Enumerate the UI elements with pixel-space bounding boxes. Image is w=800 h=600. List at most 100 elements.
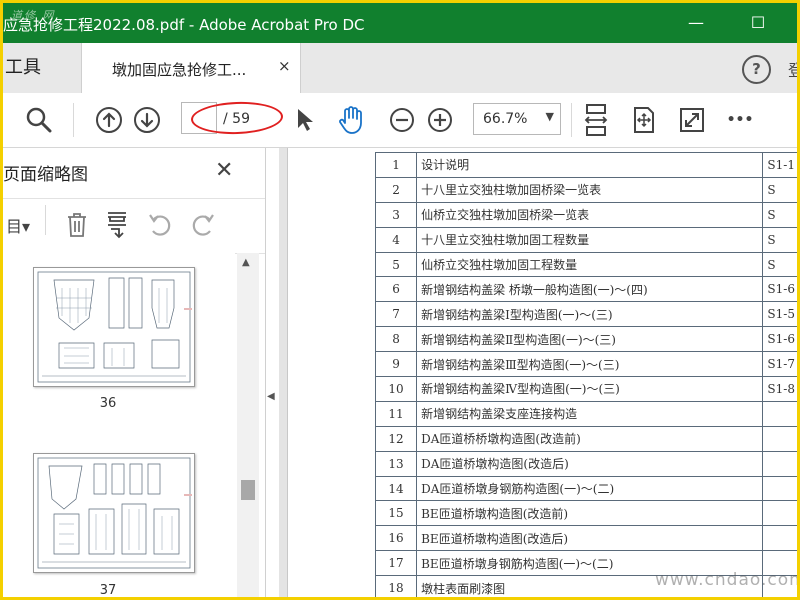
row-number: 11 xyxy=(374,400,418,427)
table-row: 11 新增钢结构盖梁支座连接构造 xyxy=(374,400,797,427)
page-thumbnail[interactable] xyxy=(33,453,195,573)
row-number: 2 xyxy=(374,176,418,203)
page-down-icon[interactable] xyxy=(131,93,163,147)
row-number: 16 xyxy=(374,525,418,552)
row-drawing-name: BE匝道桥墩构造图(改造后) xyxy=(416,525,764,552)
row-drawing-code: S1-7 xyxy=(762,351,797,378)
select-pointer-icon[interactable] xyxy=(293,93,317,147)
row-number: 17 xyxy=(374,550,418,577)
options-menu-icon[interactable]: 目▾ xyxy=(3,209,33,241)
row-drawing-code: S xyxy=(762,201,797,228)
scroll-up-arrow-icon[interactable]: ▲ xyxy=(242,257,250,268)
row-drawing-name: 仙桥立交独柱墩加固工程数量 xyxy=(416,251,764,278)
table-row: 3 仙桥立交独柱墩加固桥梁一览表 S xyxy=(374,201,797,228)
tab-close-icon[interactable]: × xyxy=(278,57,291,75)
row-drawing-code: S xyxy=(762,176,797,203)
table-row: 4 十八里立交独柱墩加固工程数量 S xyxy=(374,226,797,253)
fit-width-icon[interactable] xyxy=(581,93,611,147)
row-drawing-name: DA匝道桥墩构造图(改造后) xyxy=(416,450,764,477)
row-number: 3 xyxy=(374,201,418,228)
row-drawing-code: S1-1 xyxy=(762,152,797,178)
fit-page-icon[interactable] xyxy=(629,93,659,147)
toolbar-separator xyxy=(45,205,46,235)
zoom-out-icon[interactable] xyxy=(387,93,417,147)
row-drawing-name: 十八里立交独柱墩加固工程数量 xyxy=(416,226,764,253)
page-thumbnail[interactable] xyxy=(33,267,195,387)
row-drawing-name: 新增钢结构盖梁支座连接构造 xyxy=(416,400,764,427)
table-row: 9 新增钢结构盖梁Ⅲ型构造图(一)～(三) S1-7 xyxy=(374,351,797,378)
row-number: 12 xyxy=(374,425,418,452)
thumbnail-page-number: 36 xyxy=(99,396,117,411)
sign-in-text[interactable]: 登 xyxy=(788,57,797,81)
full-screen-icon[interactable] xyxy=(677,93,707,147)
watermark-bottom: www.cndao.com xyxy=(655,570,797,590)
hand-tool-icon[interactable] xyxy=(335,93,367,147)
row-drawing-code xyxy=(762,475,797,502)
row-drawing-name: 仙桥立交独柱墩加固桥梁一览表 xyxy=(416,201,764,228)
row-drawing-code xyxy=(762,500,797,527)
table-row: 6 新增钢结构盖梁 桥墩一般构造图(一)～(四) S1-6 xyxy=(374,276,797,303)
row-number: 6 xyxy=(374,276,418,303)
row-drawing-code: S1-5 xyxy=(762,301,797,328)
pdf-page: 1 设计说明 S1-1 2 十八里立交独柱墩加固桥梁一览表 S 3 仙桥立交独柱… xyxy=(287,148,797,597)
maximize-button[interactable]: ☐ xyxy=(735,3,781,43)
row-drawing-code xyxy=(762,525,797,552)
panel-title: 页面缩略图 xyxy=(3,165,88,185)
row-drawing-code: S xyxy=(762,251,797,278)
rotate-left-icon[interactable] xyxy=(146,209,174,241)
collapse-panel-arrow-icon[interactable]: ◀ xyxy=(267,391,275,402)
row-number: 14 xyxy=(374,475,418,502)
help-icon[interactable]: ? xyxy=(742,55,771,84)
document-view[interactable]: 1 设计说明 S1-1 2 十八里立交独柱墩加固桥梁一览表 S 3 仙桥立交独柱… xyxy=(279,148,797,597)
toolbar-separator xyxy=(571,103,572,137)
minimize-button[interactable]: — xyxy=(673,3,719,43)
row-drawing-name: BE匝道桥墩构造图(改造前) xyxy=(416,500,764,527)
panel-close-icon[interactable]: ✕ xyxy=(215,158,233,183)
row-number: 18 xyxy=(374,575,418,597)
window-title: 应急抢修工程2022.08.pdf - Adobe Acrobat Pro DC xyxy=(3,16,365,34)
row-drawing-name: DA匝道桥墩身钢筋构造图(一)～(二) xyxy=(416,475,764,502)
tab-bar: 工具 墩加固应急抢修工... × ? 登 xyxy=(3,43,797,94)
row-drawing-code: S1-8 xyxy=(762,376,797,402)
tab-document[interactable]: 墩加固应急抢修工... × xyxy=(81,43,301,94)
row-number: 10 xyxy=(374,376,418,402)
chevron-down-icon: ▼ xyxy=(545,110,554,123)
row-number: 15 xyxy=(374,500,418,527)
row-drawing-name: DA匝道桥桥墩构造图(改造前) xyxy=(416,425,764,452)
table-row: 7 新增钢结构盖梁Ⅰ型构造图(一)～(三) S1-5 xyxy=(374,301,797,328)
row-drawing-code: S1-6 xyxy=(762,326,797,353)
table-row: 14 DA匝道桥墩身钢筋构造图(一)～(二) xyxy=(374,475,797,502)
row-drawing-name: 新增钢结构盖梁Ⅲ型构造图(一)～(三) xyxy=(416,351,764,378)
row-drawing-name: 新增钢结构盖梁Ⅳ型构造图(一)～(三) xyxy=(416,376,764,402)
tab-tools[interactable]: 工具 xyxy=(3,43,83,93)
search-icon[interactable] xyxy=(23,93,55,147)
table-row: 15 BE匝道桥墩构造图(改造前) xyxy=(374,500,797,527)
thumbnail-toolbar: 目▾ xyxy=(3,198,265,254)
zoom-level-value: 66.7% xyxy=(483,111,528,127)
zoom-level-select[interactable]: 66.7% ▼ xyxy=(473,103,561,135)
table-row: 5 仙桥立交独柱墩加固工程数量 S xyxy=(374,251,797,278)
row-number: 8 xyxy=(374,326,418,353)
row-number: 4 xyxy=(374,226,418,253)
table-row: 13 DA匝道桥墩构造图(改造后) xyxy=(374,450,797,477)
row-drawing-name: 十八里立交独柱墩加固桥梁一览表 xyxy=(416,176,764,203)
more-icon[interactable]: ••• xyxy=(725,93,755,147)
table-row: 2 十八里立交独柱墩加固桥梁一览表 S xyxy=(374,176,797,203)
toolbar: / 59 66.7% ▼ ••• xyxy=(3,93,797,148)
row-drawing-code xyxy=(762,425,797,452)
table-row: 10 新增钢结构盖梁Ⅳ型构造图(一)～(三) S1-8 xyxy=(374,376,797,402)
page-up-icon[interactable] xyxy=(93,93,125,147)
page-thumbnails-panel: 页面缩略图 ✕ 目▾ 36 37 ▲ xyxy=(3,148,266,597)
thumbnail-list: 36 37 xyxy=(3,253,235,597)
extract-pages-icon[interactable] xyxy=(103,209,131,241)
row-drawing-code xyxy=(762,400,797,427)
table-row: 8 新增钢结构盖梁Ⅱ型构造图(一)～(三) S1-6 xyxy=(374,326,797,353)
tab-document-label: 墩加固应急抢修工... xyxy=(112,61,247,79)
thumbnail-scrollbar[interactable]: ▲ xyxy=(237,253,259,597)
rotate-right-icon[interactable] xyxy=(189,209,217,241)
row-drawing-name: 新增钢结构盖梁Ⅰ型构造图(一)～(三) xyxy=(416,301,764,328)
drawing-index-table: 1 设计说明 S1-1 2 十八里立交独柱墩加固桥梁一览表 S 3 仙桥立交独柱… xyxy=(374,152,797,597)
zoom-in-icon[interactable] xyxy=(425,93,455,147)
scrollbar-thumb[interactable] xyxy=(241,480,255,500)
trash-icon[interactable] xyxy=(63,209,91,241)
